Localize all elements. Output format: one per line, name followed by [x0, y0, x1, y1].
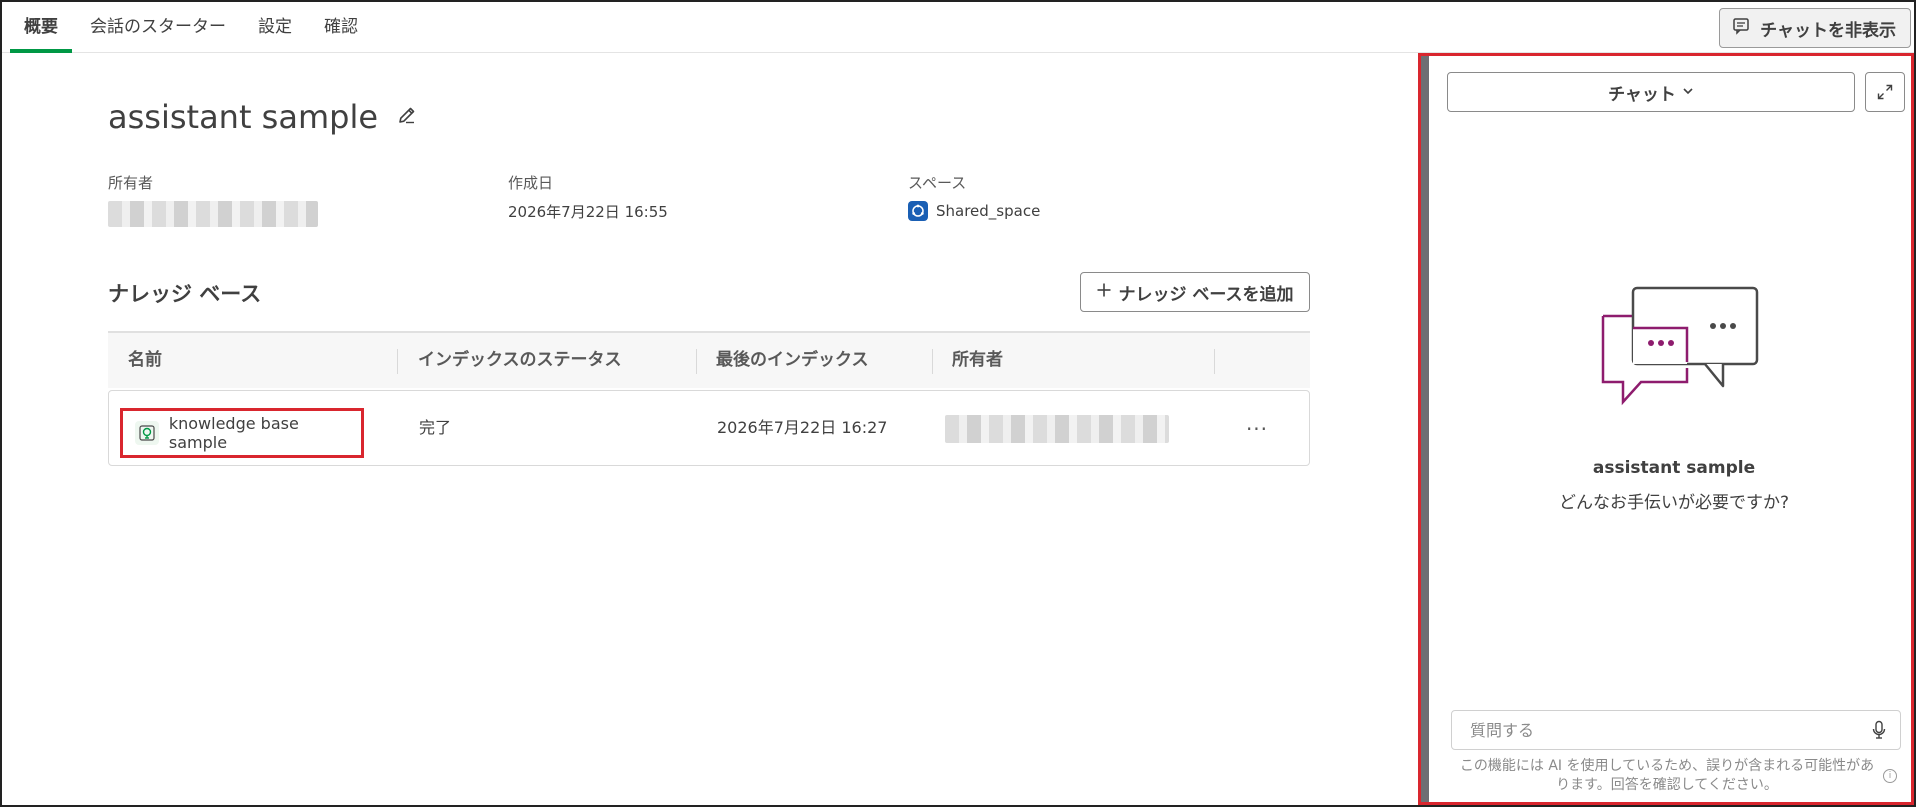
column-divider: [397, 349, 398, 374]
chat-panel-content: チャット assistant sample どんなお手伝いが必要ですか? 質問す…: [1437, 56, 1911, 802]
column-header-owner[interactable]: 所有者: [952, 333, 1003, 388]
created-label: 作成日: [508, 174, 554, 192]
expand-icon[interactable]: [1865, 72, 1905, 112]
column-header-name[interactable]: 名前: [128, 333, 162, 388]
chat-bubble-icon: [1732, 17, 1750, 40]
owner-value-redacted: [108, 201, 318, 227]
tab-overview[interactable]: 概要: [8, 2, 74, 53]
tab-list: 概要 会話のスターター 設定 確認: [8, 2, 374, 53]
chat-welcome-prompt: どんなお手伝いが必要ですか?: [1558, 493, 1790, 513]
created-value: 2026年7月22日 16:55: [508, 203, 668, 221]
created-meta: 作成日 2026年7月22日 16:55: [508, 172, 668, 222]
space-name[interactable]: Shared_space: [936, 202, 1040, 220]
chat-assistant-name: assistant sample: [1592, 458, 1756, 478]
microphone-icon[interactable]: [1866, 717, 1892, 743]
edit-pencil-icon[interactable]: [396, 104, 418, 130]
column-divider: [932, 349, 933, 374]
plus-icon: [1096, 282, 1112, 303]
title-row: assistant sample: [108, 98, 418, 136]
chat-panel: チャット assistant sample どんなお手伝いが必要ですか? 質問す…: [1421, 56, 1911, 802]
add-knowledge-base-button[interactable]: ナレッジ ベースを追加: [1080, 272, 1310, 312]
more-options-icon[interactable]: ···: [1239, 411, 1275, 447]
page-title: assistant sample: [108, 98, 379, 136]
space-meta: スペース Shared_space: [908, 172, 1040, 221]
hide-chat-label: チャットを非表示: [1760, 20, 1896, 41]
ai-disclaimer: この機能には AI を使用しているため、誤りが含まれる可能性があります。回答を確…: [1459, 758, 1875, 793]
tab-conversation-starters[interactable]: 会話のスターター: [74, 2, 242, 53]
shared-space-icon: [908, 201, 928, 221]
column-header-index-status[interactable]: インデックスのステータス: [418, 333, 622, 388]
table-header: 名前 インデックスのステータス 最後のインデックス 所有者: [108, 331, 1310, 388]
space-label: スペース: [908, 174, 967, 192]
column-header-last-indexed[interactable]: 最後のインデックス: [716, 333, 869, 388]
table-row[interactable]: knowledge base sample 完了 2026年7月22日 16:2…: [108, 390, 1310, 466]
top-nav-bar: 概要 会話のスターター 設定 確認 チャットを非表示: [2, 2, 1914, 53]
index-status-value: 完了: [419, 418, 452, 437]
owner-value-redacted: [945, 391, 1169, 465]
knowledge-base-icon: [135, 421, 159, 445]
column-divider: [1214, 349, 1215, 374]
add-knowledge-base-label: ナレッジ ベースを追加: [1118, 284, 1294, 305]
owner-label: 所有者: [108, 174, 154, 192]
tab-settings[interactable]: 設定: [242, 2, 308, 53]
knowledge-base-heading: ナレッジ ベース: [108, 282, 262, 306]
column-divider: [696, 349, 697, 374]
tab-review[interactable]: 確認: [308, 2, 374, 53]
main-content: assistant sample 所有者 作成日 2026年7月22日 16:5…: [2, 54, 1416, 805]
chevron-down-icon: [1682, 82, 1694, 102]
knowledge-base-name: knowledge base sample: [168, 414, 299, 452]
last-indexed-value: 2026年7月22日 16:27: [717, 418, 888, 437]
owner-meta: 所有者: [108, 172, 318, 227]
hide-chat-button[interactable]: チャットを非表示: [1719, 8, 1911, 48]
ask-question-input[interactable]: [1452, 711, 1852, 749]
chat-mode-label: チャット: [1608, 84, 1676, 105]
knowledge-base-name-cell[interactable]: knowledge base sample: [120, 408, 364, 458]
chat-mode-dropdown[interactable]: チャット: [1447, 72, 1855, 112]
space-value: Shared_space: [908, 201, 1040, 221]
ask-input-container: [1451, 710, 1901, 750]
chat-bubbles-illustration-icon: [1597, 286, 1767, 420]
info-icon[interactable]: i: [1883, 769, 1897, 783]
knowledge-base-table: 名前 インデックスのステータス 最後のインデックス 所有者 knowledge …: [108, 331, 1310, 466]
